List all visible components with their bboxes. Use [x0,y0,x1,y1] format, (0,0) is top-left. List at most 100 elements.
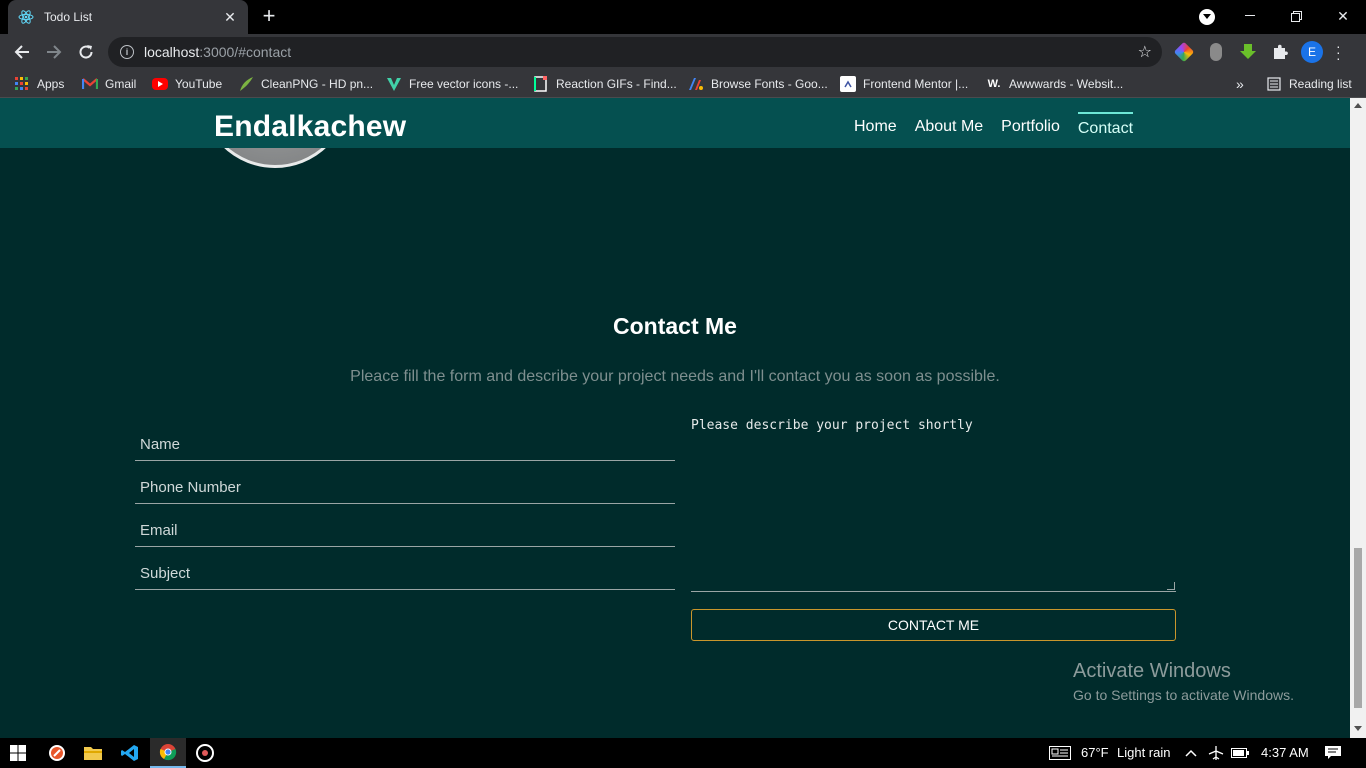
reload-icon[interactable] [74,40,98,64]
news-weather-icon[interactable] [1044,738,1076,768]
page-scrollbar[interactable] [1350,98,1366,738]
contact-title: Contact Me [613,313,737,339]
cleanpng-icon [238,76,254,92]
clock-time[interactable]: 4:37 AM [1261,745,1309,760]
bookmark-label: Browse Fonts - Goo... [711,77,828,91]
tab-strip: Todo List ✕ + ✕ [0,0,1366,34]
bookmark-frontend-mentor[interactable]: Frontend Mentor |... [840,75,968,93]
bookmark-label: Gmail [105,77,137,91]
bookmark-label: CleanPNG - HD pn... [261,77,374,91]
textarea-placeholder: Please describe your project shortly [691,418,973,433]
bookmark-apps[interactable]: Apps [14,75,64,93]
extensions-puzzle-icon[interactable] [1271,43,1289,61]
windows-taskbar: 67°F Light rain 4:37 AM [0,738,1366,768]
nav-about-me[interactable]: About Me [915,118,983,138]
fonts-icon [688,76,704,92]
app-icon[interactable] [39,738,75,768]
close-tab-icon[interactable]: ✕ [222,9,238,26]
subject-field[interactable]: Subject [135,554,675,590]
tab-search-icon[interactable] [1199,9,1215,25]
close-window-icon[interactable]: ✕ [1320,0,1366,32]
awwwards-icon: W. [987,78,1001,90]
email-field[interactable]: Email [135,511,675,547]
bookmark-browse-fonts[interactable]: Browse Fonts - Goo... [688,75,828,93]
chrome-taskbar-icon[interactable] [150,738,186,768]
activate-title: Activate Windows [1073,660,1231,682]
more-bookmarks-button[interactable]: » [1236,75,1244,93]
nav-contact[interactable]: Contact [1077,112,1134,138]
activate-windows-watermark: Activate Windows Go to Settings to activ… [1073,660,1294,703]
file-explorer-icon[interactable] [75,738,111,768]
minimize-icon[interactable] [1227,0,1273,32]
name-placeholder: Name [140,436,181,453]
site-brand[interactable]: Endalkachew [214,110,406,144]
resize-grip-icon[interactable] [1167,582,1175,590]
contact-subtitle: Pleace fill the form and describe your p… [350,368,1000,385]
bookmark-label: Free vector icons -... [409,77,519,91]
activate-hint: Go to Settings to activate Windows. [1073,687,1294,703]
react-icon [18,9,34,25]
scrollbar-thumb[interactable] [1354,548,1362,708]
bookmark-label: Frontend Mentor |... [863,77,969,91]
vscode-icon[interactable] [112,738,148,768]
new-tab-button[interactable]: + [258,5,280,28]
url-host: localhost [144,44,200,60]
browser-toolbar: i localhost:3000/#contact ☆ E · · · [0,34,1366,70]
youtube-icon [152,78,168,90]
bookmark-gmail[interactable]: Gmail [82,75,136,93]
scroll-down-icon[interactable] [1354,726,1362,731]
url-path: :3000/#contact [199,44,292,60]
bookmark-label: Apps [37,77,65,91]
download-extension-icon[interactable] [1239,43,1257,61]
chevron-up-icon[interactable] [1181,738,1201,768]
page-content: Endalkachew Home About Me Portfolio Cont… [0,98,1350,738]
browser-tab[interactable]: Todo List ✕ [8,0,248,34]
frontend-mentor-icon [840,76,856,92]
reading-list-label: Reading list [1289,77,1352,91]
bookmarks-bar: Apps Gmail YouTube CleanPNG - HD pn... F… [0,70,1366,98]
apps-grid-icon [14,76,30,92]
vector-icon [386,76,402,92]
extension-icon[interactable] [1210,43,1222,61]
gif-icon [533,76,549,92]
scroll-up-icon[interactable] [1354,103,1362,108]
nav-home[interactable]: Home [854,118,897,138]
battery-icon[interactable] [1229,738,1251,768]
bookmark-label: YouTube [175,77,223,91]
tab-title: Todo List [44,10,93,24]
bookmark-cleanpng[interactable]: CleanPNG - HD pn... [238,75,373,93]
bookmark-reaction-gifs[interactable]: Reaction GIFs - Find... [533,75,677,93]
bookmark-label: Reaction GIFs - Find... [556,77,677,91]
subject-placeholder: Subject [140,565,191,582]
phone-field[interactable]: Phone Number [135,468,675,504]
weather-temp[interactable]: 67°F [1081,745,1109,760]
phone-placeholder: Phone Number [140,479,241,496]
email-placeholder: Email [140,522,178,539]
site-info-icon[interactable]: i [120,45,134,59]
bookmark-free-vector-icons[interactable]: Free vector icons -... [386,75,518,93]
nav-portfolio[interactable]: Portfolio [1001,118,1060,138]
project-description-textarea[interactable]: Please describe your project shortly [691,418,1176,592]
bookmark-star-icon[interactable]: ☆ [1138,42,1152,62]
profile-avatar[interactable]: E [1301,41,1323,63]
reading-list-button[interactable]: Reading list [1266,75,1352,93]
chrome-menu-icon[interactable]: · · · [1336,39,1342,65]
back-icon[interactable] [10,40,34,64]
reading-list-icon [1266,76,1282,92]
site-nav: Home About Me Portfolio Contact [854,112,1134,138]
windows-start-icon[interactable] [0,738,36,768]
weather-desc[interactable]: Light rain [1117,745,1170,760]
forward-icon[interactable] [42,40,66,64]
address-bar[interactable]: i localhost:3000/#contact ☆ [108,37,1162,67]
gmail-icon [82,76,98,92]
contact-me-button[interactable]: CONTACT ME [691,609,1176,641]
bookmark-awwwards[interactable]: W. Awwwards - Websit... [986,75,1124,93]
color-picker-extension-icon[interactable] [1173,41,1195,63]
media-app-icon[interactable] [187,738,223,768]
restore-icon[interactable] [1273,0,1319,32]
site-navbar: Endalkachew Home About Me Portfolio Cont… [0,98,1350,148]
bookmark-youtube[interactable]: YouTube [152,75,222,93]
name-field[interactable]: Name [135,425,675,461]
airplane-mode-icon[interactable] [1205,738,1227,768]
notifications-icon[interactable] [1316,738,1350,768]
